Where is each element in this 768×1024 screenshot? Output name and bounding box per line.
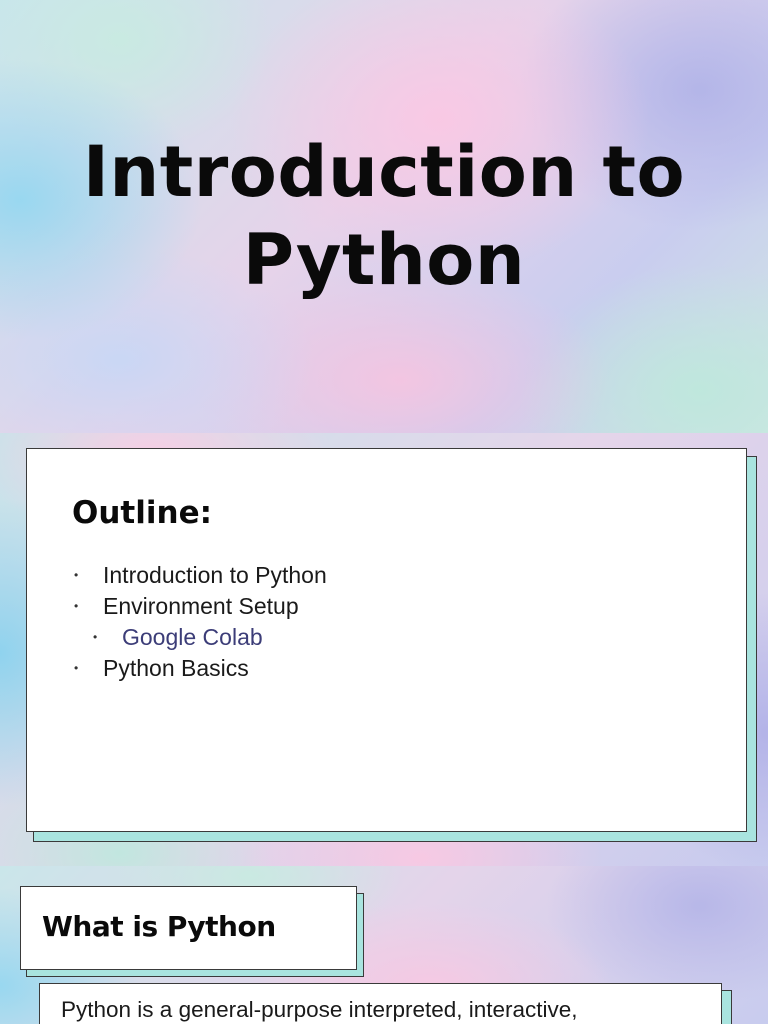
google-colab-link[interactable]: Google Colab xyxy=(122,622,263,653)
title-line-1: Introduction to xyxy=(82,131,686,213)
bullet-icon: • xyxy=(74,661,79,675)
slide-title: Introduction to Python xyxy=(0,128,768,304)
description-box: Python is a general-purpose interpreted,… xyxy=(39,983,722,1024)
outline-heading: Outline: xyxy=(72,495,212,531)
python-description: Python is a general-purpose interpreted,… xyxy=(61,997,578,1022)
title-slide: Introduction to Python xyxy=(0,0,768,433)
what-is-python-heading: What is Python xyxy=(42,910,276,943)
title-line-2: Python xyxy=(242,219,526,301)
bullet-icon: • xyxy=(74,568,79,582)
what-is-python-slide: What is Python Python is a general-purpo… xyxy=(0,866,768,1024)
bullet-icon: • xyxy=(74,599,79,613)
bullet-icon: • xyxy=(93,630,98,644)
heading-box: What is Python xyxy=(20,886,357,970)
outline-item-label: Python Basics xyxy=(103,655,249,681)
outline-card: Outline: • Introduction to Python • Envi… xyxy=(26,448,747,832)
outline-item-label: Introduction to Python xyxy=(103,562,327,588)
outline-item-label: Environment Setup xyxy=(103,593,299,619)
outline-slide: Outline: • Introduction to Python • Envi… xyxy=(0,433,768,866)
